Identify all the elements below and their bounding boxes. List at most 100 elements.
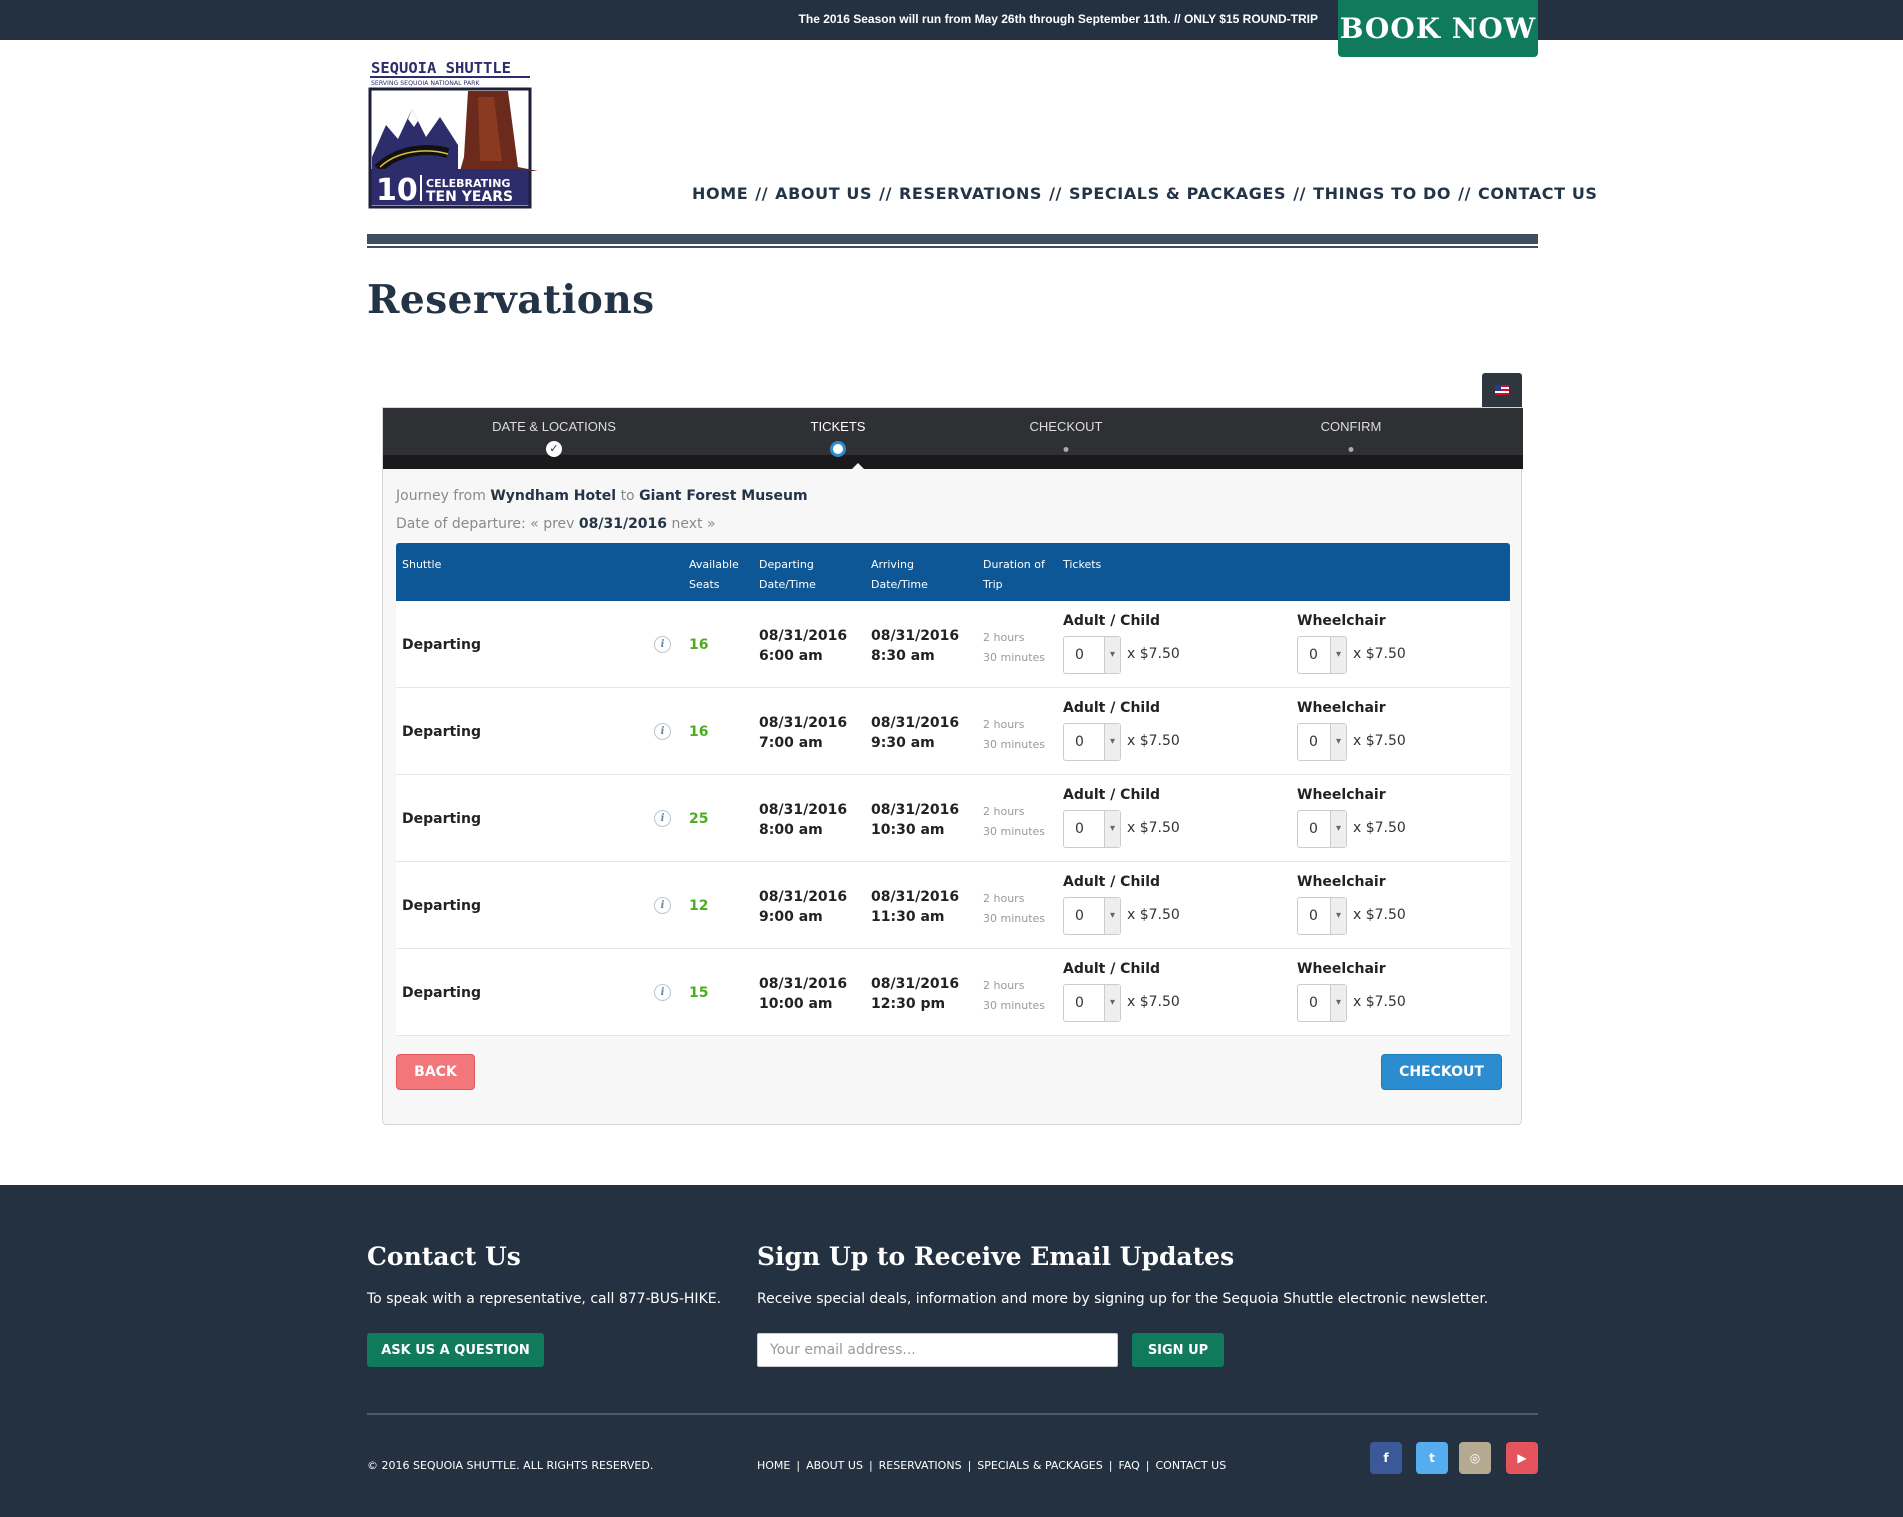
ask-question-button[interactable]: ASK US A QUESTION [367,1333,544,1367]
nav-separator: // [755,184,769,203]
chevron-down-icon: ▾ [1330,811,1346,847]
info-icon[interactable]: i [654,810,671,827]
departing-datetime: 08/31/2016 7:00 am [759,715,848,751]
step-tickets: TICKETS [810,419,866,434]
active-step-pointer [850,463,866,471]
adult-child-quantity-select[interactable]: 0 ▾ [1063,723,1121,761]
adult-child-quantity-select[interactable]: 0 ▾ [1063,897,1121,935]
table-row: Departing i 25 08/31/2016 8:00 am 08/31/2… [396,775,1510,862]
info-icon[interactable]: i [654,897,671,914]
journey-to: Giant Forest Museum [639,488,808,504]
table-row: Departing i 16 08/31/2016 7:00 am 08/31/2… [396,688,1510,775]
info-icon[interactable]: i [654,723,671,740]
wheelchair-price: x $7.50 [1353,820,1406,836]
wheelchair-label: Wheelchair [1297,613,1386,629]
adult-child-price: x $7.50 [1127,994,1180,1010]
footer-link-specials-packages[interactable]: SPECIALS & PACKAGES [977,1459,1102,1472]
sign-up-button[interactable]: SIGN UP [1132,1333,1224,1367]
departure-date: 08/31/2016 [578,516,668,532]
footer-contact-title: Contact Us [367,1242,521,1271]
prev-date-link[interactable]: « prev [530,516,574,532]
table-header: Shuttle Available Seats Departing Date/Tim… [396,543,1510,601]
wheelchair-price: x $7.50 [1353,994,1406,1010]
us-flag-icon [1495,385,1509,395]
nav-reservations[interactable]: RESERVATIONS [899,184,1042,203]
header-duration: Duration of Trip [983,558,1045,591]
wheelchair-quantity-select[interactable]: 0 ▾ [1297,984,1347,1022]
adult-child-price: x $7.50 [1127,646,1180,662]
nav-specials-packages[interactable]: SPECIALS & PACKAGES [1069,184,1286,203]
journey-summary: Journey from Wyndham Hotel to Giant Fore… [396,488,808,504]
checkout-button[interactable]: CHECKOUT [1381,1054,1502,1090]
language-selector[interactable] [1482,373,1522,407]
arriving-datetime: 08/31/2016 8:30 am [871,628,960,664]
footer-link-contact-us[interactable]: CONTACT US [1155,1459,1226,1472]
email-input[interactable] [757,1333,1118,1367]
shuttle-name: Departing [402,724,481,740]
shuttle-name: Departing [402,898,481,914]
header-arriving: Arriving Date/Time [871,558,928,591]
next-date-link[interactable]: next » [671,516,715,532]
nav-things-to-do[interactable]: THINGS TO DO [1313,184,1451,203]
trip-duration: 2 hours 30 minutes [983,631,1046,664]
wheelchair-quantity-select[interactable]: 0 ▾ [1297,810,1347,848]
shuttle-name: Departing [402,985,481,1001]
adult-child-quantity-select[interactable]: 0 ▾ [1063,636,1121,674]
header-divider [367,234,1538,244]
chevron-down-icon: ▾ [1104,985,1120,1021]
adult-child-price: x $7.50 [1127,733,1180,749]
shuttle-table: Shuttle Available Seats Departing Date/Tim… [396,543,1510,1036]
adult-child-quantity-select[interactable]: 0 ▾ [1063,810,1121,848]
nav-about-us[interactable]: ABOUT US [775,184,872,203]
logo-number: 10 [376,173,418,208]
wheelchair-quantity-select[interactable]: 0 ▾ [1297,897,1347,935]
wheelchair-quantity-select[interactable]: 0 ▾ [1297,723,1347,761]
nav-separator: // [879,184,893,203]
wheelchair-price: x $7.50 [1353,907,1406,923]
nav-separator: // [1458,184,1472,203]
available-seats: 25 [689,811,709,827]
twitter-icon[interactable]: t [1416,1442,1448,1474]
youtube-icon[interactable]: ▶ [1506,1442,1538,1474]
departing-datetime: 08/31/2016 9:00 am [759,889,848,925]
step-pending-dot-icon [1063,447,1069,452]
departing-datetime: 08/31/2016 6:00 am [759,628,848,664]
step-checkout: CHECKOUT [1029,419,1103,434]
footer-links: HOME | ABOUT US | RESERVATIONS | SPECIAL… [757,1459,1227,1472]
step-pending-dot-icon [1348,447,1354,452]
info-icon[interactable]: i [654,636,671,653]
arriving-datetime: 08/31/2016 10:30 am [871,802,960,838]
adult-child-quantity-select[interactable]: 0 ▾ [1063,984,1121,1022]
info-icon[interactable]: i [654,984,671,1001]
season-message: The 2016 Season will run from May 26th t… [798,12,1318,26]
chevron-down-icon: ▾ [1104,637,1120,673]
adult-child-label: Adult / Child [1063,613,1161,629]
nav-contact-us[interactable]: CONTACT US [1478,184,1598,203]
sequoia-shuttle-logo[interactable]: SEQUOIA SHUTTLE SERVING SEQUOIA NATIONAL… [368,57,540,209]
adult-child-label: Adult / Child [1063,961,1161,977]
step-active-dot-icon [830,441,846,457]
footer-link-home[interactable]: HOME [757,1459,790,1472]
adult-child-price: x $7.50 [1127,820,1180,836]
instagram-icon[interactable]: ◎ [1459,1442,1491,1474]
back-button[interactable]: BACK [396,1054,475,1090]
footer-link-about-us[interactable]: ABOUT US [806,1459,863,1472]
wheelchair-quantity-select[interactable]: 0 ▾ [1297,636,1347,674]
available-seats: 16 [689,724,709,740]
trip-duration: 2 hours 30 minutes [983,979,1046,1012]
hero-band [0,236,1903,373]
book-now-button[interactable]: BOOK NOW [1338,0,1538,57]
footer-link-faq[interactable]: FAQ [1118,1459,1139,1472]
footer-divider [367,1413,1538,1415]
progress-steps: DATE & LOCATIONS ✓ TICKETS CHECKOUT CONF… [383,408,1523,469]
facebook-icon[interactable]: f [1370,1442,1402,1474]
trip-duration: 2 hours 30 minutes [983,805,1046,838]
available-seats: 16 [689,637,709,653]
journey-from: Wyndham Hotel [490,488,617,504]
nav-home[interactable]: HOME [692,184,748,203]
nav-separator: // [1049,184,1062,203]
footer-link-reservations[interactable]: RESERVATIONS [879,1459,962,1472]
trip-duration: 2 hours 30 minutes [983,892,1046,925]
trip-duration: 2 hours 30 minutes [983,718,1046,751]
step-date-locations: DATE & LOCATIONS [492,419,616,434]
